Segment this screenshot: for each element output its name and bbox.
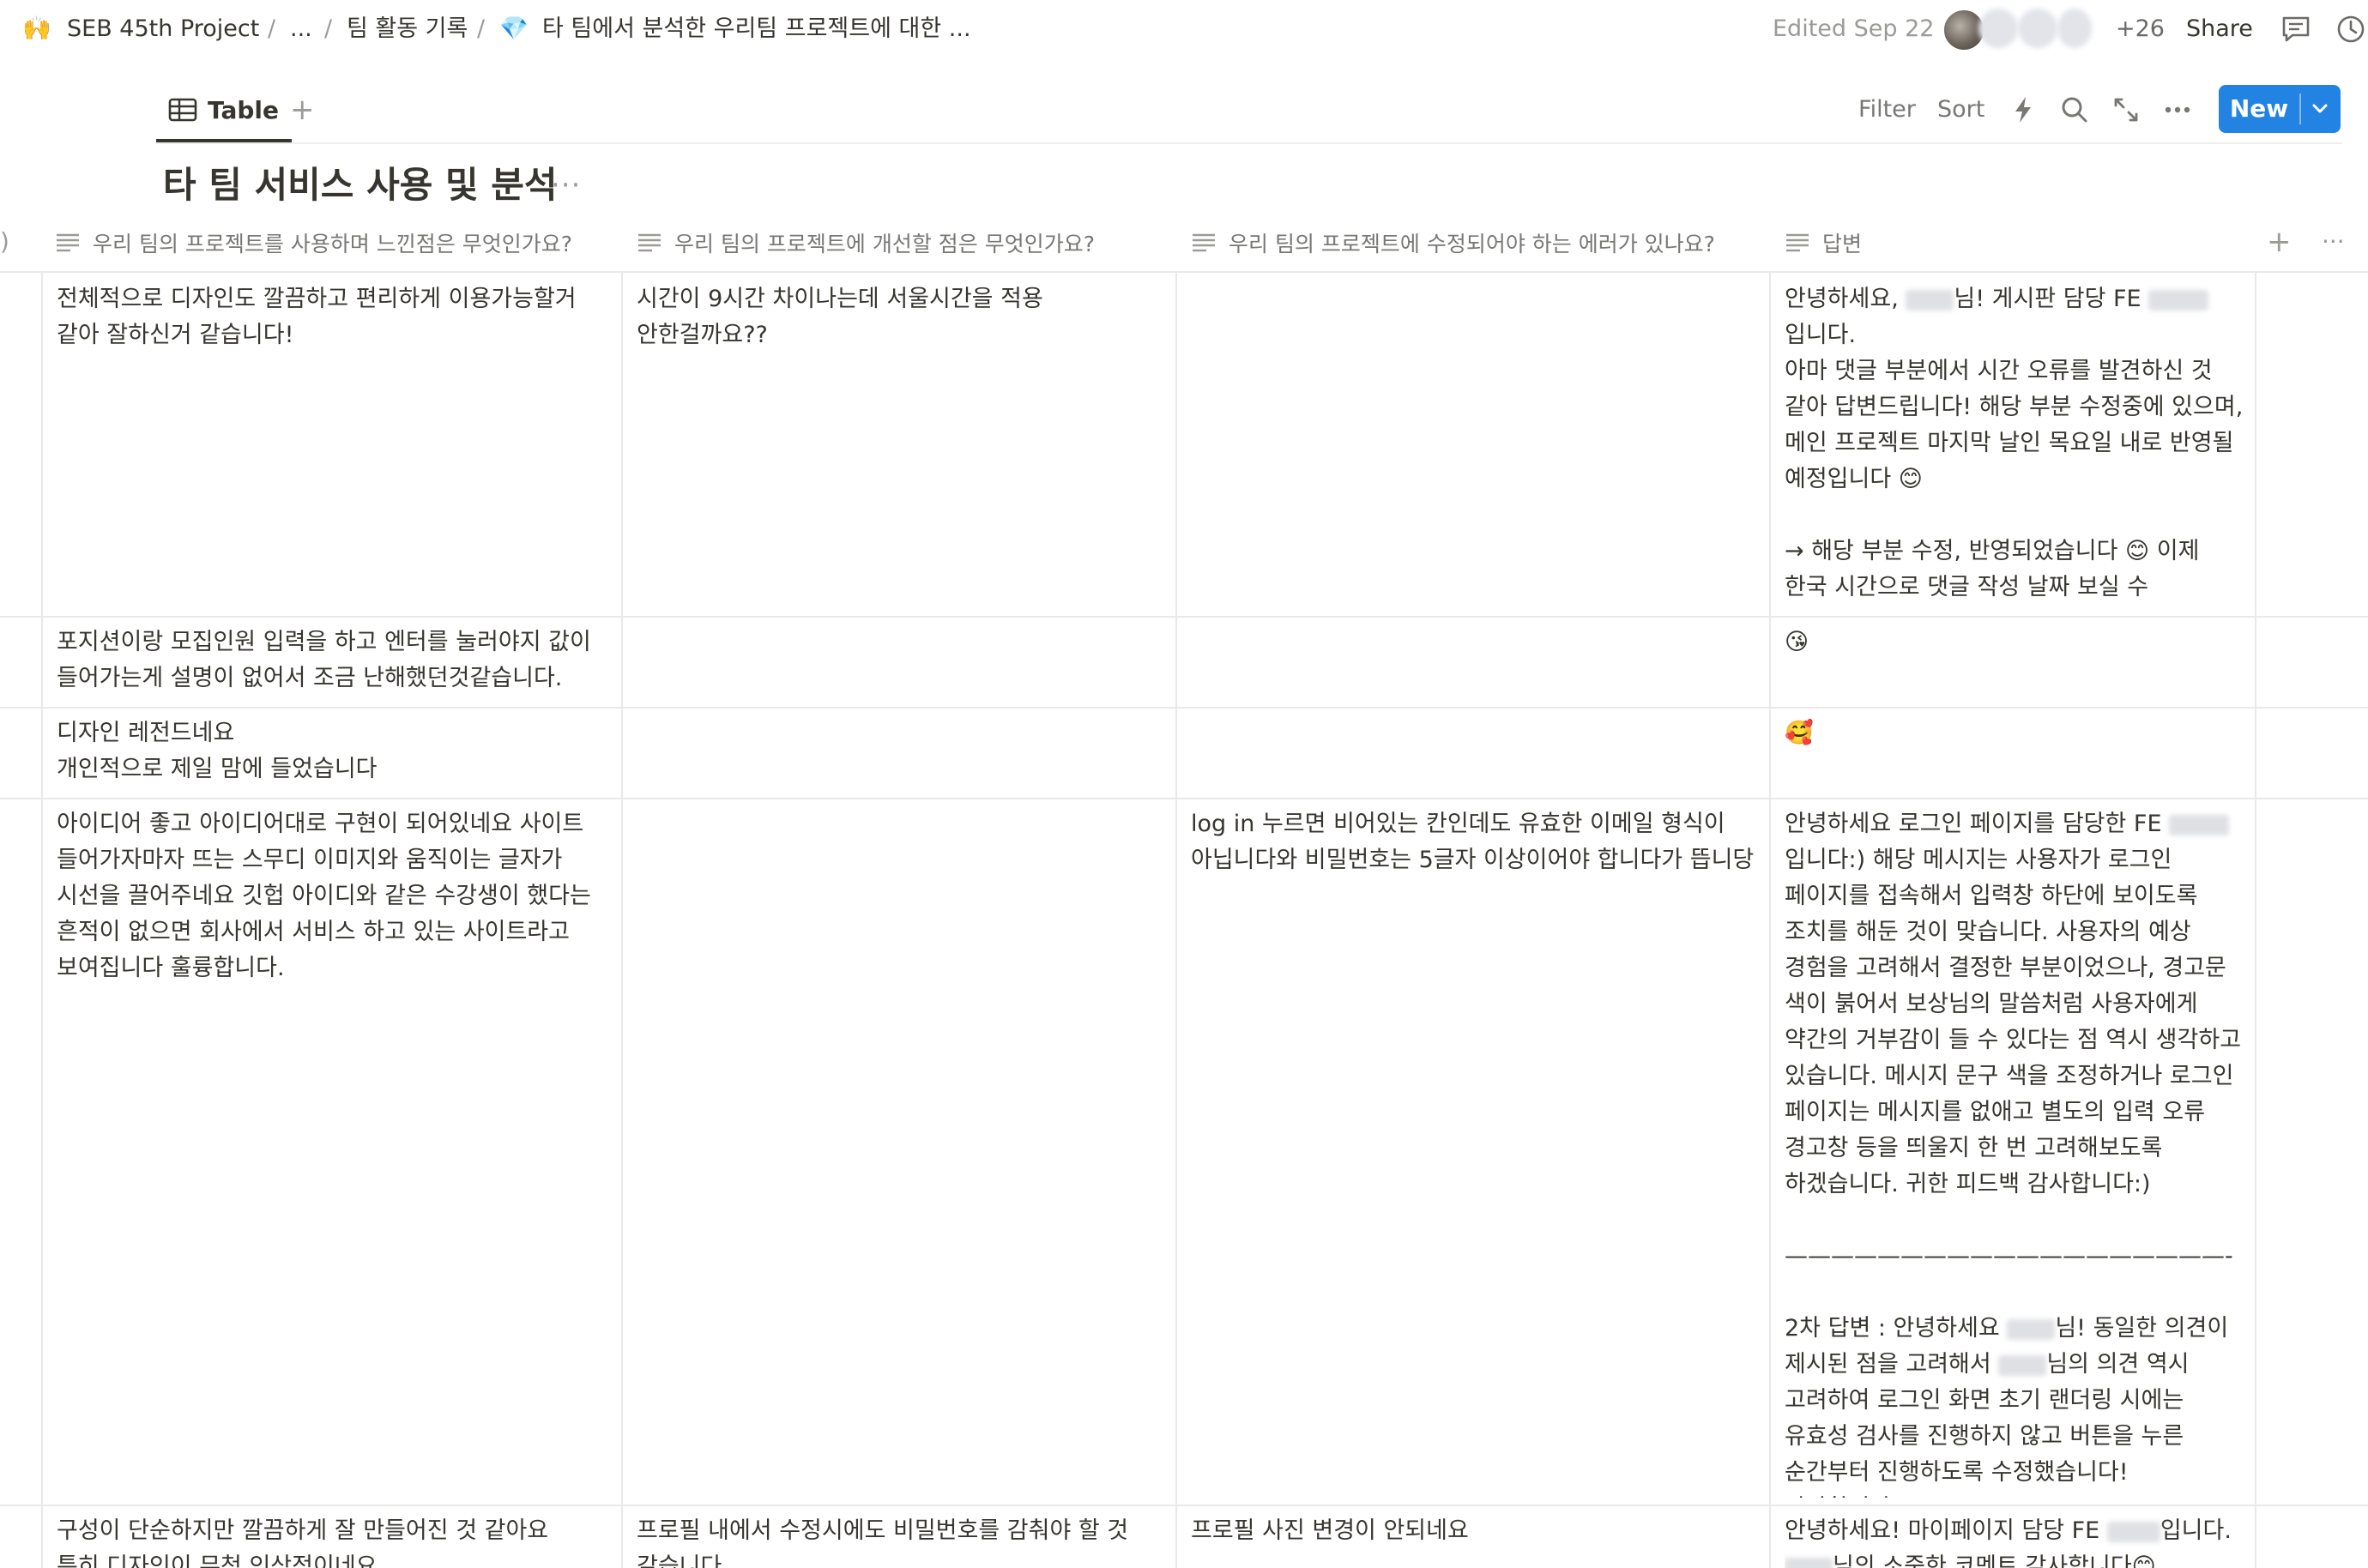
breadcrumb-parent[interactable]: 팀 활동 기록 bbox=[347, 12, 468, 46]
text-property-icon bbox=[57, 233, 79, 252]
row-divider bbox=[0, 798, 2368, 799]
edited-timestamp[interactable]: Edited Sep 22 bbox=[1773, 12, 1934, 46]
table-cell[interactable]: 아이디어 좋고 아이디어대로 구현이 되어있네요 사이트 들어가자마자 뜨는 스… bbox=[57, 806, 611, 1493]
redacted-name bbox=[2169, 814, 2230, 835]
row-divider bbox=[0, 707, 2368, 709]
page-icon: 💎 bbox=[499, 15, 529, 42]
column-divider bbox=[621, 271, 623, 1568]
tab-table-view[interactable]: Table bbox=[168, 91, 279, 129]
column-header-label: 우리 팀의 프로젝트에 개선할 점은 무엇인가요? bbox=[674, 232, 1096, 256]
text-property-icon bbox=[638, 233, 661, 252]
add-property-button[interactable]: + bbox=[2267, 225, 2292, 259]
table-cell[interactable] bbox=[637, 624, 1165, 700]
answer-cell[interactable]: 😘 bbox=[1785, 624, 2244, 700]
new-button-label[interactable]: New bbox=[2219, 85, 2299, 133]
table-cell[interactable]: 포지션이랑 모집인원 입력을 하고 엔터를 눌러야지 값이 들어가는게 설명이 … bbox=[57, 624, 611, 700]
table-cell[interactable] bbox=[637, 806, 1165, 1493]
answer-text: 님의 말씀처럼 사용자에게 약간의 거부감이 들 수 있다는 점 역시 생각하고… bbox=[1785, 991, 2242, 1197]
answer-text: 입니다. bbox=[1785, 322, 1857, 348]
share-button[interactable]: Share bbox=[2186, 12, 2253, 46]
new-button-separator bbox=[2299, 93, 2301, 124]
column-divider bbox=[1175, 271, 1177, 1568]
table-cell[interactable]: 전체적으로 디자인도 깔끔하고 편리하게 이용가능할거 같아 잘하신거 같습니다… bbox=[57, 281, 611, 607]
table-header: 우리 팀의 프로젝트를 사용하며 느낀점은 무엇인가요? 우리 팀의 프로젝트에… bbox=[0, 214, 2368, 271]
table-cell[interactable]: 시간이 9시간 차이나는데 서울시간을 적용 안한걸까요?? bbox=[637, 281, 1165, 607]
answer-cell[interactable]: 안녕하세요 로그인 페이지를 담당한 FE 입니다:) 해당 메시지는 사용자가… bbox=[1785, 806, 2244, 1498]
avatar[interactable] bbox=[2057, 9, 2092, 48]
table-cell[interactable] bbox=[1191, 715, 1759, 791]
column-divider bbox=[1769, 271, 1771, 1568]
view-bar-divider bbox=[156, 142, 2342, 144]
database-title[interactable]: 타 팀 서비스 사용 및 분석 bbox=[163, 160, 558, 211]
expand-icon[interactable] bbox=[2109, 93, 2143, 127]
column-divider bbox=[2255, 271, 2256, 1568]
redacted-name bbox=[1906, 289, 1954, 311]
breadcrumb-current-page[interactable]: 타 팀에서 분석한 우리팀 프로젝트에 대한 ... bbox=[542, 12, 971, 46]
answer-text: → 해당 부분 수정, 반영되었습니다 😊 이제 한국 시간으로 댓글 작성 날… bbox=[1785, 538, 2200, 611]
answer-text: 안녕하세요! 마이페이지 담당 FE bbox=[1785, 1517, 2107, 1544]
row-divider bbox=[0, 1505, 2368, 1506]
filter-button[interactable]: Filter bbox=[1858, 93, 1916, 127]
history-icon[interactable] bbox=[2334, 12, 2368, 46]
text-property-icon bbox=[1193, 233, 1215, 252]
avatar[interactable] bbox=[1978, 9, 2018, 48]
extra-collaborators-count[interactable]: +26 bbox=[2116, 12, 2165, 46]
add-view-button[interactable]: + bbox=[290, 91, 315, 129]
table-cell[interactable] bbox=[1191, 281, 1759, 607]
table-cell[interactable] bbox=[1191, 624, 1759, 700]
text-property-icon bbox=[1786, 233, 1809, 252]
database-more-button[interactable]: ··· bbox=[551, 168, 581, 202]
column-header[interactable]: 우리 팀의 프로젝트를 사용하며 느낀점은 무엇인가요? bbox=[55, 214, 604, 271]
answer-cell[interactable]: 안녕하세요, 님! 게시판 담당 FE 입니다. 아마 댓글 부분에서 시간 오… bbox=[1785, 281, 2244, 611]
chevron-down-icon[interactable] bbox=[2305, 95, 2335, 123]
table-icon bbox=[168, 98, 197, 122]
table-cell[interactable] bbox=[637, 715, 1165, 791]
answer-text: 입니다. bbox=[2160, 1517, 2232, 1544]
answer-text: 안녕하세요, bbox=[1785, 286, 1906, 312]
column-header-label: 우리 팀의 프로젝트에 수정되어야 하는 에러가 있나요? bbox=[1229, 232, 1715, 256]
row-divider bbox=[0, 271, 2368, 273]
answer-text: 안녕하세요 로그인 페이지를 담당한 FE bbox=[1785, 811, 2170, 837]
column-divider bbox=[41, 271, 43, 1568]
redacted-name bbox=[1998, 1354, 2047, 1376]
answer-cell[interactable]: 🥰 bbox=[1785, 715, 2244, 791]
top-bar: 🙌 SEB 45th Project / ... / 팀 활동 기록 / 💎 타… bbox=[0, 0, 2368, 60]
answer-text: 님! 게시판 담당 FE bbox=[1954, 286, 2149, 312]
tab-table-label: Table bbox=[208, 95, 280, 124]
breadcrumb-workspace[interactable]: SEB 45th Project bbox=[67, 12, 259, 46]
new-button[interactable]: New bbox=[2219, 85, 2341, 133]
table-cell[interactable]: 구성이 단순하지만 깔끔하게 잘 만들어진 것 같아요 특히 디자인이 무척 인… bbox=[57, 1513, 611, 1568]
table-cell[interactable]: 프로필 내에서 수정시에도 비밀번호를 감춰야 할 것 같습니다 bbox=[637, 1513, 1165, 1568]
answer-text: 아마 댓글 부분에서 시간 오류를 발견하신 것 같아 답변드립니다! 해당 부… bbox=[1785, 358, 2244, 492]
column-header-label: 답변 bbox=[1822, 232, 1863, 256]
table-cell[interactable]: log in 누르면 비어있는 칸인데도 유효한 이메일 형식이 아닙니다와 비… bbox=[1191, 806, 1759, 1493]
redacted-name bbox=[2007, 1318, 2056, 1340]
sort-button[interactable]: Sort bbox=[1937, 93, 1984, 127]
breadcrumb-separator: / bbox=[268, 15, 276, 42]
column-more-button[interactable]: ··· bbox=[2322, 225, 2345, 259]
column-header[interactable]: 답변 bbox=[1785, 214, 2231, 271]
column-header[interactable]: 우리 팀의 프로젝트에 수정되어야 하는 에러가 있나요? bbox=[1191, 214, 1774, 271]
search-icon[interactable] bbox=[2057, 93, 2092, 127]
more-icon[interactable] bbox=[2160, 93, 2195, 127]
column-header[interactable]: 우리 팀의 프로젝트에 개선할 점은 무엇인가요? bbox=[637, 214, 1169, 271]
redacted-name bbox=[2148, 289, 2209, 311]
answer-text: 2차 답변 : 안녕하세요 bbox=[1785, 1315, 2008, 1342]
comments-icon[interactable] bbox=[2279, 12, 2313, 46]
redacted-name bbox=[2106, 1521, 2160, 1542]
answer-text: 님의 소중한 코멘트 감사합니다😊 bbox=[1833, 1553, 2156, 1568]
answer-divider: ———————————————————- bbox=[1785, 1243, 2233, 1269]
workspace-icon: 🙌 bbox=[22, 15, 51, 42]
table-cell[interactable]: 프로필 사진 변경이 안되네요 bbox=[1191, 1513, 1759, 1568]
breadcrumb-separator: / bbox=[324, 15, 333, 42]
breadcrumb-ellipsis[interactable]: ... bbox=[290, 12, 312, 46]
lightning-icon[interactable] bbox=[2006, 93, 2040, 127]
breadcrumb-separator: / bbox=[477, 15, 486, 42]
redacted-name bbox=[1785, 1557, 1833, 1568]
table-cell[interactable]: 디자인 레전드네요 개인적으로 제일 맘에 들었습니다 bbox=[57, 715, 611, 791]
avatar[interactable] bbox=[2018, 9, 2057, 48]
answer-cell[interactable]: 안녕하세요! 마이페이지 담당 FE 입니다. 님의 소중한 코멘트 감사합니다… bbox=[1785, 1513, 2244, 1568]
row-divider bbox=[0, 616, 2368, 618]
column-header-label: 우리 팀의 프로젝트를 사용하며 느낀점은 무엇인가요? bbox=[93, 232, 573, 256]
